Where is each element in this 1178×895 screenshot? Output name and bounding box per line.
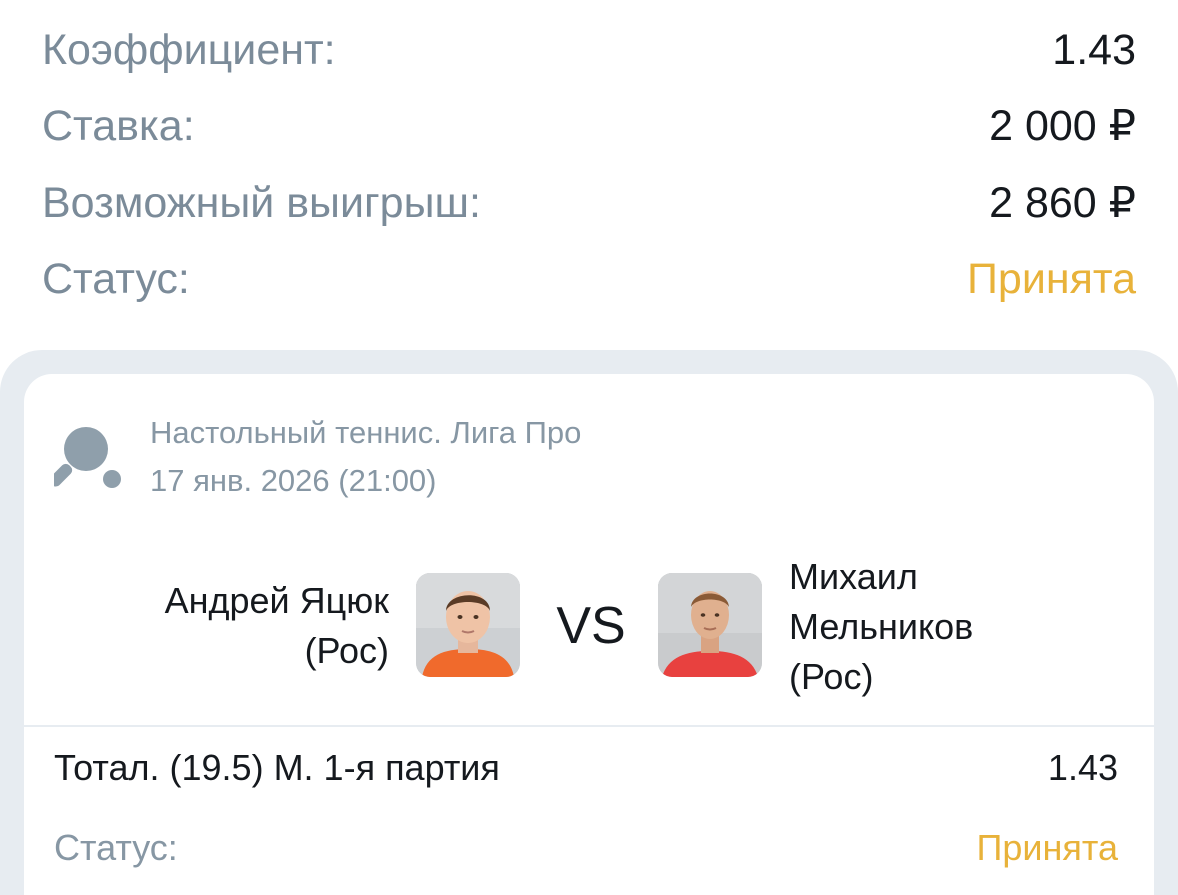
- stake-value: 2 000 ₽: [989, 102, 1136, 150]
- possible-win-value: 2 860 ₽: [989, 179, 1136, 227]
- stake-label: Ставка:: [42, 102, 195, 150]
- versus-label: VS: [556, 597, 626, 655]
- card-divider: [24, 725, 1154, 727]
- bet-details-screen: Коэффициент: 1.43 Ставка: 2 000 ₽ Возмож…: [0, 0, 1178, 895]
- possible-win-row: Возможный выигрыш: 2 860 ₽: [42, 173, 1136, 233]
- event-date: 17 янв. 2026 (21:00): [150, 463, 437, 498]
- bet-market: Тотал. (19.5) М. 1-я партия: [54, 747, 500, 788]
- outcome-status-value: Принята: [976, 827, 1119, 868]
- bet-status-value: Принята: [967, 255, 1136, 303]
- player-2-country: (Рос): [789, 656, 874, 697]
- player-2-name: Михаил Мельников (Рос): [789, 552, 1109, 702]
- coefficient-label: Коэффициент:: [42, 26, 336, 74]
- player-2-last-name: Мельников: [789, 606, 974, 647]
- player-1-name-line: Андрей Яцюк: [164, 580, 389, 621]
- bet-status-row: Статус: Принята: [42, 249, 1136, 309]
- bet-status-label: Статус:: [42, 255, 190, 303]
- possible-win-label: Возможный выигрыш:: [42, 179, 481, 227]
- coefficient-value: 1.43: [1052, 26, 1136, 74]
- bet-odds: 1.43: [1047, 747, 1118, 788]
- outcome-status-label: Статус:: [54, 827, 178, 868]
- league-name: Настольный теннис. Лига Про: [150, 415, 582, 450]
- player-1-country: (Рос): [304, 630, 389, 671]
- player-1-avatar: [416, 573, 520, 677]
- player-2-first-name: Михаил: [789, 556, 918, 597]
- stake-row: Ставка: 2 000 ₽: [42, 96, 1136, 156]
- table-tennis-icon: [54, 427, 121, 488]
- player-2-avatar: [658, 573, 762, 677]
- player-1-name: Андрей Яцюк (Рос): [69, 576, 389, 676]
- coefficient-row: Коэффициент: 1.43: [42, 20, 1136, 80]
